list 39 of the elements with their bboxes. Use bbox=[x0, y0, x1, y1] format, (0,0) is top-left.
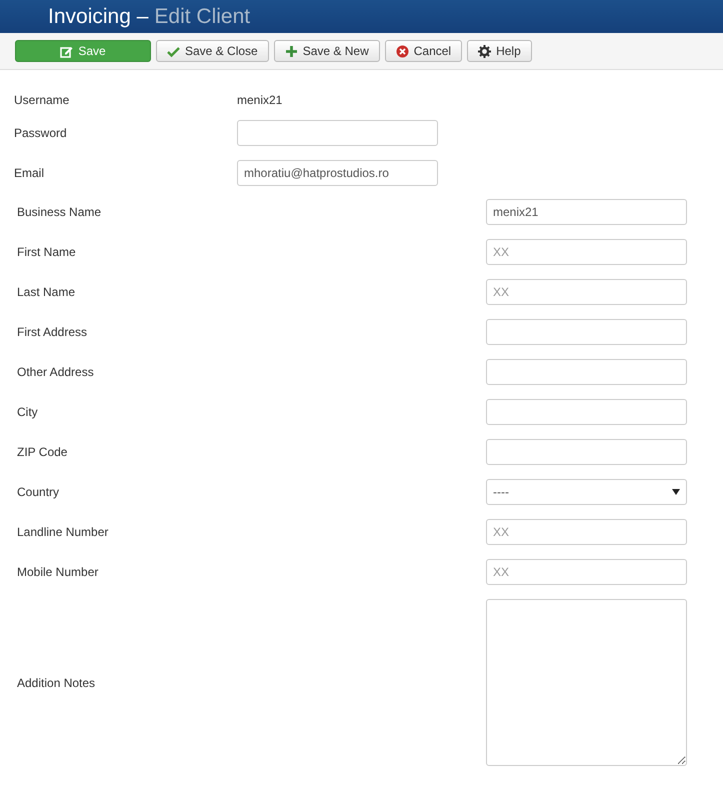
field-label: Last Name bbox=[17, 284, 76, 301]
field-label: Business Name bbox=[17, 204, 102, 221]
cancel-button[interactable]: Cancel bbox=[384, 40, 462, 62]
input-field[interactable]: mhoratiu@hatprostudios.ro bbox=[237, 160, 438, 186]
field-label: Mobile Number bbox=[17, 564, 100, 581]
input-field[interactable] bbox=[486, 439, 687, 465]
app-title: Invoicing – bbox=[48, 6, 148, 27]
notes-field[interactable] bbox=[486, 599, 687, 766]
input-field[interactable]: XX bbox=[486, 239, 687, 265]
save-button[interactable]: Save & Close bbox=[156, 40, 269, 62]
select-field[interactable]: ---- bbox=[486, 479, 687, 505]
cancel-icon bbox=[396, 44, 409, 58]
username-value: menix21 bbox=[237, 92, 282, 109]
input-field[interactable]: XX bbox=[486, 279, 687, 305]
edit-icon bbox=[60, 44, 74, 58]
field-label: Country bbox=[17, 484, 60, 501]
help-button[interactable]: Help bbox=[467, 40, 532, 62]
field-label: Addition Notes bbox=[17, 674, 96, 692]
field-label: ZIP Code bbox=[17, 444, 68, 461]
save-button[interactable]: Save & New bbox=[274, 40, 380, 62]
input-field[interactable]: XX bbox=[486, 559, 687, 585]
input-field[interactable]: menix21 bbox=[486, 199, 687, 225]
field-label: Password bbox=[14, 124, 68, 142]
field-label: First Name bbox=[17, 244, 77, 261]
plus-icon bbox=[284, 44, 298, 58]
input-field[interactable] bbox=[237, 120, 438, 146]
field-label: First Address bbox=[17, 324, 88, 341]
check-icon bbox=[167, 44, 180, 58]
gear-icon bbox=[478, 44, 492, 58]
field-label: Landline Number bbox=[17, 524, 110, 541]
field-label: Username bbox=[14, 92, 70, 109]
input-field[interactable]: XX bbox=[486, 519, 687, 545]
input-field[interactable] bbox=[486, 399, 687, 425]
input-field[interactable] bbox=[486, 319, 687, 345]
field-label: Email bbox=[14, 164, 46, 182]
field-label: City bbox=[17, 404, 39, 421]
input-field[interactable] bbox=[486, 359, 687, 385]
field-label: Other Address bbox=[17, 364, 95, 381]
page-title: Edit Client bbox=[154, 6, 250, 27]
